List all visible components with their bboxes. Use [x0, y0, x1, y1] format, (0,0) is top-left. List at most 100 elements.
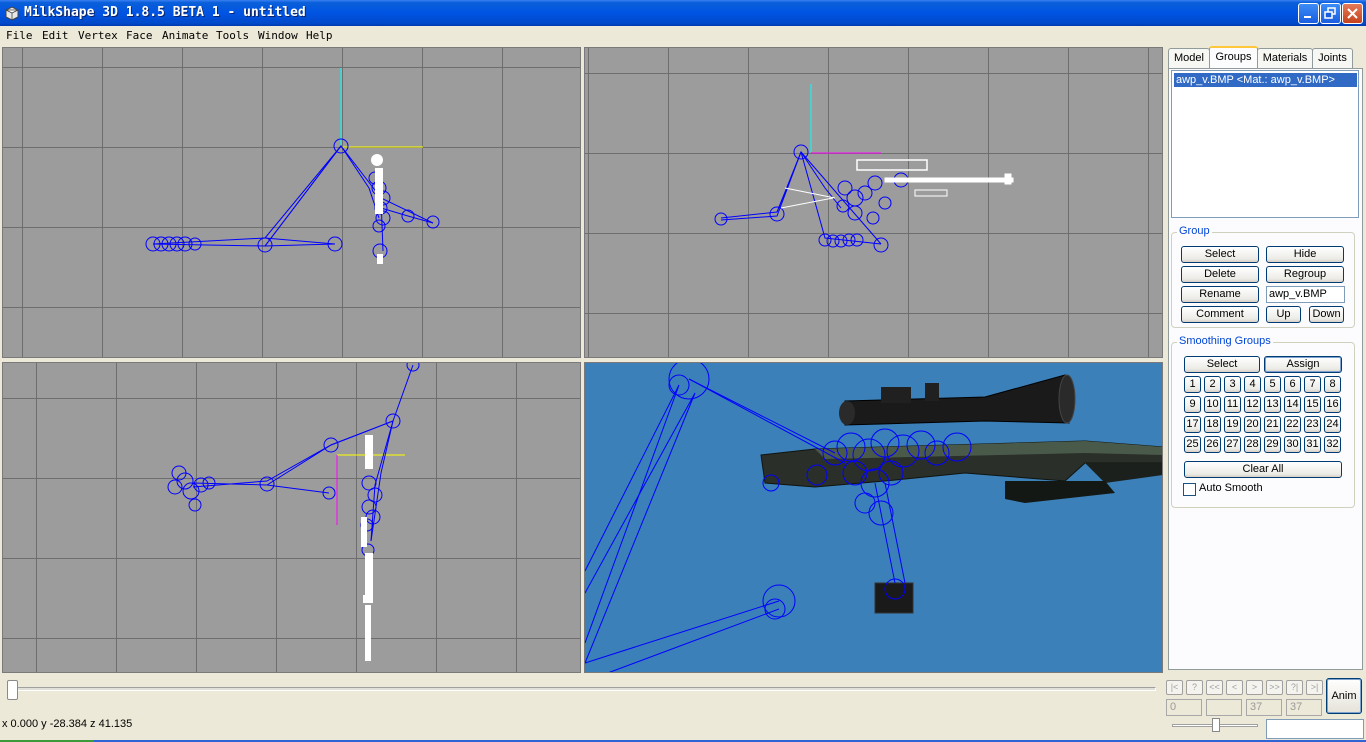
smoothing-group-23-button[interactable]: 23	[1304, 416, 1321, 433]
menu-help[interactable]: Help	[306, 29, 333, 42]
rifle-model	[760, 374, 1162, 614]
smoothing-group-17-button[interactable]: 17	[1184, 416, 1201, 433]
auto-smooth-checkbox[interactable]	[1183, 483, 1196, 496]
group-down-button[interactable]: Down	[1309, 306, 1344, 323]
rewind-button[interactable]: <<	[1206, 680, 1223, 695]
smoothing-group-12-button[interactable]: 12	[1244, 396, 1261, 413]
smoothing-group-28-button[interactable]: 28	[1244, 436, 1261, 453]
group-regroup-button[interactable]: Regroup	[1266, 266, 1344, 283]
close-icon	[1347, 8, 1358, 19]
restore-icon	[1324, 7, 1336, 19]
anim-button[interactable]: Anim	[1326, 678, 1362, 714]
tab-materials[interactable]: Materials	[1257, 48, 1313, 68]
menu-file[interactable]: File	[6, 29, 33, 42]
maximize-button[interactable]	[1320, 3, 1341, 24]
smoothing-group-3-button[interactable]: 3	[1224, 376, 1241, 393]
smoothing-group-19-button[interactable]: 19	[1224, 416, 1241, 433]
menu-tools[interactable]: Tools	[216, 29, 249, 42]
menu-vertex[interactable]: Vertex	[78, 29, 118, 42]
skeleton-top	[167, 363, 420, 661]
smoothing-group-6-button[interactable]: 6	[1284, 376, 1301, 393]
tab-model[interactable]: Model	[1168, 48, 1210, 68]
smoothing-group-18-button[interactable]: 18	[1204, 416, 1221, 433]
smoothing-group-13-button[interactable]: 13	[1264, 396, 1281, 413]
smoothing-group-22-button[interactable]: 22	[1284, 416, 1301, 433]
coordinates-readout: x 0.000 y -28.384 z 41.135	[2, 718, 133, 730]
app-icon	[5, 6, 19, 21]
group-hide-button[interactable]: Hide	[1266, 246, 1344, 263]
groups-list[interactable]: awp_v.BMP <Mat.: awp_v.BMP>	[1171, 70, 1359, 218]
smoothing-group-5-button[interactable]: 5	[1264, 376, 1281, 393]
last-frame-button[interactable]: >|	[1306, 680, 1323, 695]
smoothing-group-29-button[interactable]: 29	[1264, 436, 1281, 453]
list-item[interactable]: awp_v.BMP <Mat.: awp_v.BMP>	[1174, 73, 1357, 87]
smoothing-group-20-button[interactable]: 20	[1244, 416, 1261, 433]
smoothing-group-7-button[interactable]: 7	[1304, 376, 1321, 393]
group-legend: Group	[1177, 225, 1212, 237]
smoothing-group-14-button[interactable]: 14	[1284, 396, 1301, 413]
smoothing-group-8-button[interactable]: 8	[1324, 376, 1341, 393]
smoothing-select-button[interactable]: Select	[1184, 356, 1260, 373]
smoothing-group-4-button[interactable]: 4	[1244, 376, 1261, 393]
next-key-button[interactable]: ?|	[1286, 680, 1303, 695]
smoothing-group-10-button[interactable]: 10	[1204, 396, 1221, 413]
prev-frame-button[interactable]: <	[1226, 680, 1243, 695]
smoothing-group-9-button[interactable]: 9	[1184, 396, 1201, 413]
first-frame-button[interactable]: |<	[1166, 680, 1183, 695]
group-select-button[interactable]: Select	[1181, 246, 1259, 263]
smoothing-group-31-button[interactable]: 31	[1304, 436, 1321, 453]
smoothing-group-1-button[interactable]: 1	[1184, 376, 1201, 393]
prev-key-button[interactable]: ?	[1186, 680, 1203, 695]
smoothing-group-25-button[interactable]: 25	[1184, 436, 1201, 453]
frame-count-input[interactable]: 37	[1246, 699, 1282, 716]
minimize-button[interactable]	[1298, 3, 1319, 24]
menu-face[interactable]: Face	[126, 29, 153, 42]
smoothing-assign-button[interactable]: Assign	[1264, 356, 1342, 373]
frame-total-input[interactable]: 37	[1286, 699, 1322, 716]
menu-animate[interactable]: Animate	[162, 29, 208, 42]
frame-input[interactable]: 0	[1166, 699, 1202, 716]
speed-slider-thumb[interactable]	[1212, 718, 1220, 732]
menu-window[interactable]: Window	[258, 29, 298, 42]
smoothing-group-15-button[interactable]: 15	[1304, 396, 1321, 413]
smoothing-group-32-button[interactable]: 32	[1324, 436, 1341, 453]
viewport-top[interactable]	[2, 362, 581, 673]
timeline-track[interactable]	[10, 687, 1156, 691]
clear-all-button[interactable]: Clear All	[1184, 461, 1342, 478]
group-comment-button[interactable]: Comment	[1181, 306, 1259, 323]
smoothing-group-30-button[interactable]: 30	[1284, 436, 1301, 453]
scene-3d	[585, 363, 1162, 672]
viewport-side[interactable]	[584, 47, 1163, 358]
close-button[interactable]	[1342, 3, 1363, 24]
menu-bar: File Edit Vertex Face Animate Tools Wind…	[0, 26, 1366, 46]
skeleton-front	[145, 68, 440, 264]
group-delete-button[interactable]: Delete	[1181, 266, 1259, 283]
frame-input-b[interactable]	[1206, 699, 1242, 716]
smoothing-group-21-button[interactable]: 21	[1264, 416, 1281, 433]
menu-edit[interactable]: Edit	[42, 29, 69, 42]
group-up-button[interactable]: Up	[1266, 306, 1301, 323]
milkshape-window: MilkShape 3D 1.8.5 BETA 1 - untitled Fil…	[0, 0, 1366, 742]
tab-joints[interactable]: Joints	[1312, 48, 1353, 68]
viewport-front[interactable]	[2, 47, 581, 358]
side-panel: Model Groups Materials Joints awp_v.BMP …	[1166, 46, 1366, 674]
fast-forward-button[interactable]: >>	[1266, 680, 1283, 695]
auto-smooth-label: Auto Smooth	[1199, 482, 1263, 494]
viewport-3d[interactable]	[584, 362, 1163, 673]
smoothing-group-2-button[interactable]: 2	[1204, 376, 1221, 393]
group-name-input[interactable]: awp_v.BMP	[1266, 286, 1345, 303]
smoothing-group-24-button[interactable]: 24	[1324, 416, 1341, 433]
smoothing-group-26-button[interactable]: 26	[1204, 436, 1221, 453]
window-title: MilkShape 3D 1.8.5 BETA 1 - untitled	[24, 5, 306, 20]
title-bar[interactable]: MilkShape 3D 1.8.5 BETA 1 - untitled	[0, 0, 1366, 26]
smoothing-group-16-button[interactable]: 16	[1324, 396, 1341, 413]
tab-groups[interactable]: Groups	[1209, 46, 1258, 69]
timeline-thumb[interactable]	[7, 680, 18, 700]
group-rename-button[interactable]: Rename	[1181, 286, 1259, 303]
next-frame-button[interactable]: >	[1246, 680, 1263, 695]
timeline-bar: x 0.000 y -28.384 z 41.135 |< ? << < > >…	[0, 674, 1366, 742]
skeleton-side	[714, 84, 1014, 253]
smoothing-group-27-button[interactable]: 27	[1224, 436, 1241, 453]
smoothing-group-11-button[interactable]: 11	[1224, 396, 1241, 413]
bottom-input[interactable]	[1266, 719, 1364, 739]
